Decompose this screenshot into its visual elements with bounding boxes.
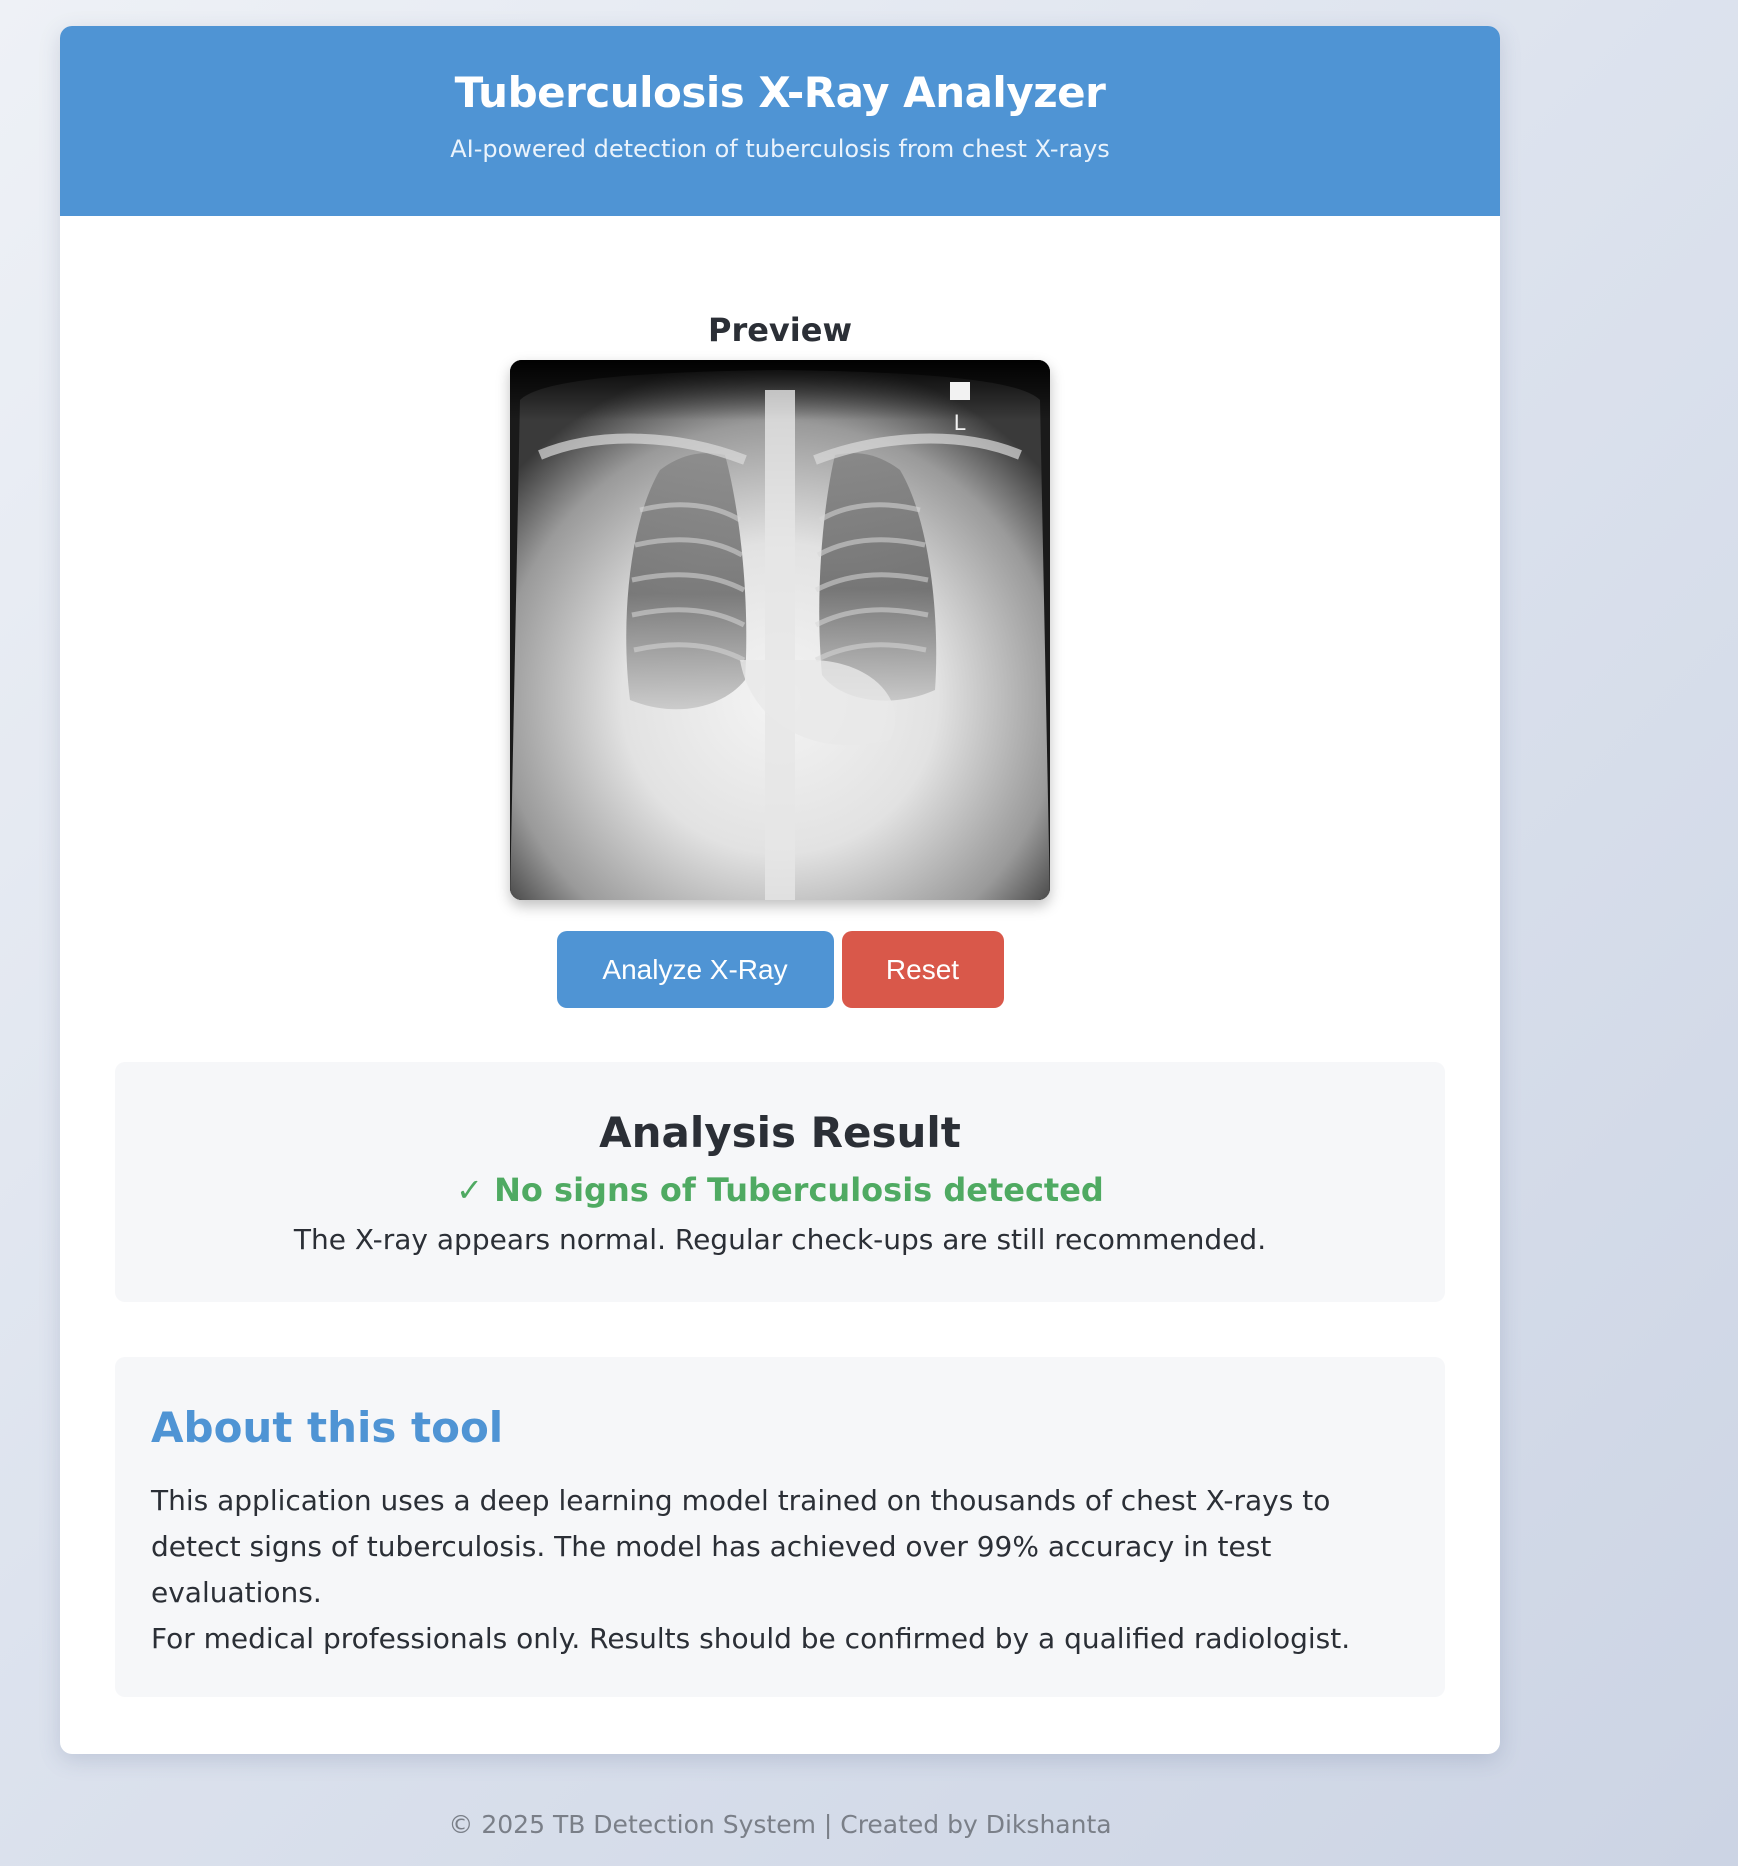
xray-preview-image: L [510, 360, 1050, 900]
analyze-xray-button[interactable]: Analyze X-Ray [556, 931, 834, 1008]
preview-label: Preview [707, 311, 853, 349]
result-status-text: No signs of Tuberculosis detected [494, 1171, 1104, 1209]
about-disclaimer: For medical professionals only. Results … [151, 1622, 1351, 1655]
checkmark-icon: ✓ [456, 1171, 483, 1209]
app-header: Tuberculosis X-Ray Analyzer AI-powered d… [60, 26, 1500, 216]
main-card: Tuberculosis X-Ray Analyzer AI-powered d… [60, 26, 1500, 1754]
about-text: This application uses a deep learning mo… [151, 1478, 1409, 1662]
chest-xray-image: L [510, 360, 1050, 900]
xray-side-marker: L [954, 410, 966, 435]
page-footer: © 2025 TB Detection System | Created by … [448, 1810, 1112, 1839]
app-subtitle: AI-powered detection of tuberculosis fro… [450, 135, 1110, 163]
about-title: About this tool [151, 1403, 504, 1452]
analysis-result-panel: Analysis Result ✓ No signs of Tuberculos… [115, 1062, 1445, 1302]
reset-button[interactable]: Reset [841, 931, 1004, 1008]
result-status: ✓ No signs of Tuberculosis detected [115, 1171, 1445, 1209]
result-title: Analysis Result [599, 1108, 961, 1157]
action-buttons: Analyze X-Ray Reset [60, 931, 1500, 1008]
about-panel: About this tool This application uses a … [115, 1357, 1445, 1697]
result-description: The X-ray appears normal. Regular check-… [293, 1223, 1267, 1256]
about-paragraph: This application uses a deep learning mo… [151, 1484, 1331, 1609]
app-title: Tuberculosis X-Ray Analyzer [454, 68, 1106, 117]
